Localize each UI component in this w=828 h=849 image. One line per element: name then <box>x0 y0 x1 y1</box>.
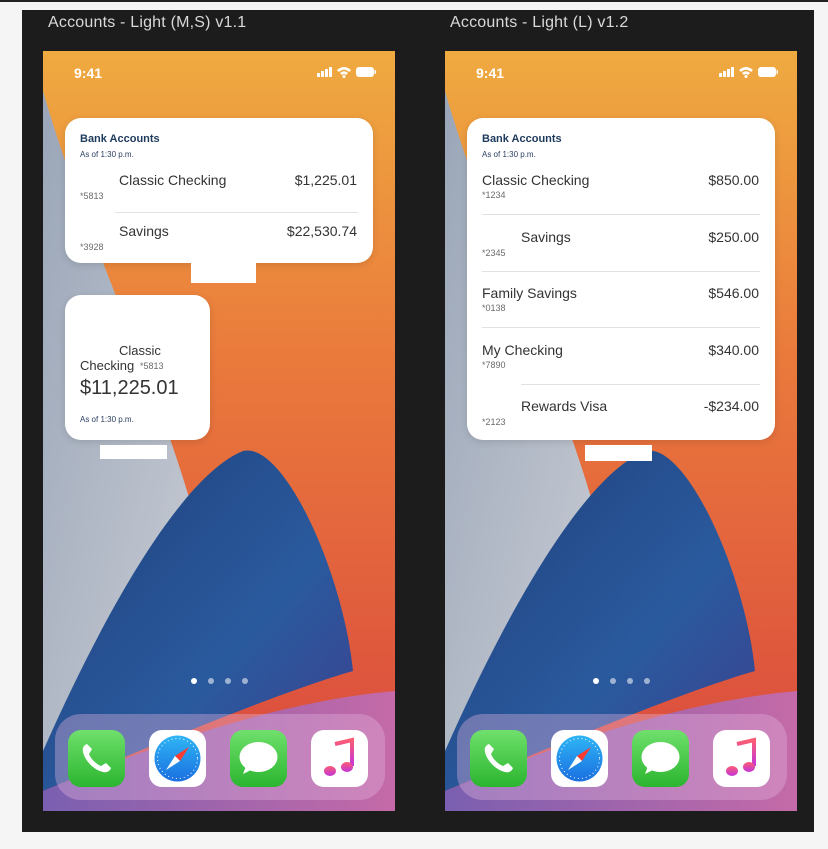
account-name-line2: Checking <box>80 358 135 373</box>
page-dot[interactable] <box>242 678 248 684</box>
widget-as-of: As of 1:30 p.m. <box>80 415 134 424</box>
row-divider <box>482 327 760 328</box>
music-icon[interactable] <box>311 730 368 787</box>
dock <box>457 714 787 800</box>
status-icons <box>719 67 778 78</box>
account-row[interactable]: Savings *3928 $22,530.74 <box>65 215 373 260</box>
account-name: Savings <box>521 229 571 245</box>
account-name: My Checking <box>482 342 563 358</box>
account-name-line1: Classic <box>119 343 161 358</box>
account-row[interactable]: Rewards Visa *2123 -$234.00 <box>467 390 775 438</box>
account-name: Rewards Visa <box>521 398 608 414</box>
messages-icon[interactable] <box>230 730 287 787</box>
frame-title-left: Accounts - Light (M,S) v1.1 <box>48 14 247 31</box>
account-number: *7890 <box>482 360 506 370</box>
page-dot[interactable] <box>644 678 650 684</box>
widget-label-placeholder <box>585 445 652 461</box>
account-number: *3928 <box>80 242 104 252</box>
safari-icon[interactable] <box>551 730 608 787</box>
safari-icon[interactable] <box>149 730 206 787</box>
bank-accounts-medium-widget[interactable]: Bank Accounts As of 1:30 p.m. Classic Ch… <box>65 118 373 263</box>
dock <box>55 714 385 800</box>
row-divider <box>521 384 760 385</box>
account-row[interactable]: Family Savings *0138 $546.00 <box>467 277 775 327</box>
design-canvas: Accounts - Light (M,S) v1.1 Accounts - L… <box>22 10 814 832</box>
page-dot[interactable] <box>593 678 599 684</box>
row-divider <box>482 271 760 272</box>
messages-icon[interactable] <box>632 730 689 787</box>
top-border <box>0 0 828 2</box>
account-row[interactable]: Classic Checking *5813 $1,225.01 <box>65 164 373 212</box>
account-row[interactable]: My Checking *7890 $340.00 <box>467 334 775 384</box>
account-amount: $250.00 <box>708 229 759 245</box>
account-balance: $11,225.01 <box>80 377 179 399</box>
account-number: *5813 <box>140 361 164 371</box>
account-number: *2345 <box>482 248 506 258</box>
account-amount: -$234.00 <box>703 398 759 414</box>
phone-icon[interactable] <box>470 730 527 787</box>
widget-label-placeholder <box>100 445 167 459</box>
account-number: *2123 <box>482 417 506 427</box>
page-dot[interactable] <box>225 678 231 684</box>
status-icons <box>317 67 376 78</box>
phone-screen-left: 9:41 Bank Accounts As of 1:30 p.m. Class… <box>43 51 395 811</box>
account-row[interactable]: Classic Checking *1234 $850.00 <box>467 164 775 214</box>
page-dot[interactable] <box>627 678 633 684</box>
row-divider <box>115 212 358 213</box>
account-name: Savings <box>119 223 169 239</box>
account-number: *0138 <box>482 303 506 313</box>
page-dot[interactable] <box>208 678 214 684</box>
page-indicator[interactable] <box>593 678 653 684</box>
widget-label-placeholder <box>191 263 256 283</box>
account-amount: $22,530.74 <box>286 223 357 239</box>
account-name: Classic Checking <box>119 172 227 188</box>
account-amount: $850.00 <box>708 172 759 188</box>
widget-as-of: As of 1:30 p.m. <box>482 150 536 159</box>
account-name: Classic Checking <box>482 172 590 188</box>
status-time: 9:41 <box>476 65 505 81</box>
music-icon[interactable] <box>713 730 770 787</box>
widget-title: Bank Accounts <box>482 133 562 145</box>
account-number: *5813 <box>80 191 104 201</box>
account-name: Family Savings <box>482 285 577 301</box>
widget-title: Bank Accounts <box>80 133 160 145</box>
status-time: 9:41 <box>74 65 103 81</box>
account-number: *1234 <box>482 190 506 200</box>
frame-title-right: Accounts - Light (L) v1.2 <box>450 14 629 31</box>
account-amount: $340.00 <box>708 342 759 358</box>
account-amount: $546.00 <box>708 285 759 301</box>
row-divider <box>482 214 760 215</box>
phone-screen-right: 9:41 Bank Accounts As of 1:30 p.m. Class… <box>445 51 797 811</box>
account-amount: $1,225.01 <box>294 172 357 188</box>
bank-accounts-large-widget[interactable]: Bank Accounts As of 1:30 p.m. Classic Ch… <box>467 118 775 440</box>
account-row[interactable]: Savings *2345 $250.00 <box>467 221 775 271</box>
classic-checking-small-widget[interactable]: Classic Checking *5813 $11,225.01 As of … <box>65 295 210 440</box>
phone-icon[interactable] <box>68 730 125 787</box>
widget-as-of: As of 1:30 p.m. <box>80 150 134 159</box>
page-dot[interactable] <box>191 678 197 684</box>
page-indicator[interactable] <box>191 678 251 684</box>
page-dot[interactable] <box>610 678 616 684</box>
